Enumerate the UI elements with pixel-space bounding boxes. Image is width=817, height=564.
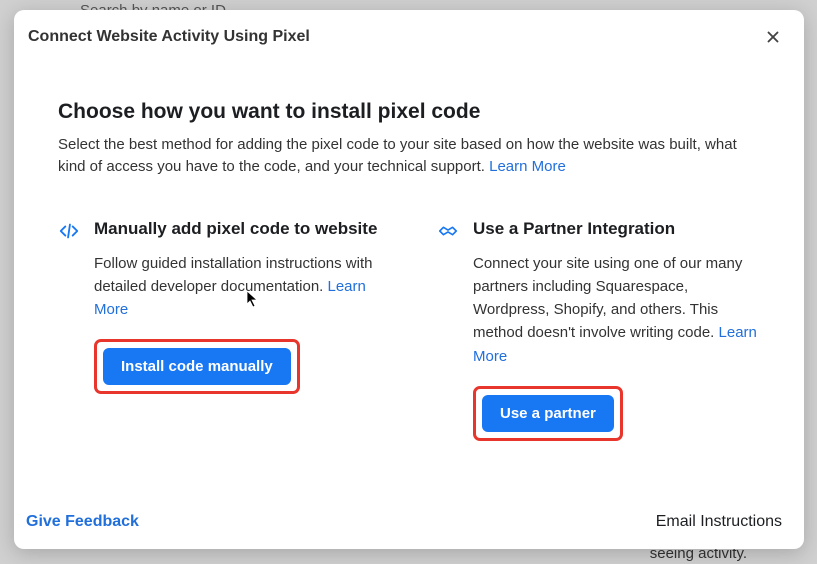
modal-body: Choose how you want to install pixel cod… xyxy=(14,56,804,501)
main-learn-more-link[interactable]: Learn More xyxy=(489,158,566,175)
give-feedback-link[interactable]: Give Feedback xyxy=(26,513,139,531)
use-a-partner-button[interactable]: Use a partner xyxy=(482,395,614,432)
option-partner-header: Use a Partner Integration xyxy=(437,218,760,242)
code-icon xyxy=(58,220,80,242)
install-code-manually-button[interactable]: Install code manually xyxy=(103,348,291,385)
main-description-text: Select the best method for adding the pi… xyxy=(58,136,737,175)
highlight-partner: Use a partner xyxy=(473,386,623,441)
modal-header: Connect Website Activity Using Pixel xyxy=(14,10,804,56)
close-button[interactable] xyxy=(760,24,786,50)
option-manual-title: Manually add pixel code to website xyxy=(94,218,377,240)
handshake-icon xyxy=(437,220,459,242)
pixel-install-modal: Connect Website Activity Using Pixel Cho… xyxy=(14,10,804,549)
option-manual-body: Follow guided installation instructions … xyxy=(58,252,381,395)
main-description: Select the best method for adding the pi… xyxy=(58,134,760,178)
main-heading: Choose how you want to install pixel cod… xyxy=(58,100,760,124)
options-row: Manually add pixel code to website Follo… xyxy=(58,218,760,441)
option-partner-description-text: Connect your site using one of our many … xyxy=(473,255,742,342)
close-icon xyxy=(764,28,782,46)
option-manual-header: Manually add pixel code to website xyxy=(58,218,381,242)
modal-footer: Give Feedback Email Instructions xyxy=(14,501,804,549)
option-manual: Manually add pixel code to website Follo… xyxy=(58,218,381,441)
option-partner-title: Use a Partner Integration xyxy=(473,218,675,240)
email-instructions-link[interactable]: Email Instructions xyxy=(656,513,782,531)
option-partner: Use a Partner Integration Connect your s… xyxy=(437,218,760,441)
modal-title: Connect Website Activity Using Pixel xyxy=(28,28,310,46)
option-partner-description: Connect your site using one of our many … xyxy=(473,252,760,368)
option-partner-body: Connect your site using one of our many … xyxy=(437,252,760,441)
highlight-manual: Install code manually xyxy=(94,339,300,394)
option-manual-description: Follow guided installation instructions … xyxy=(94,252,381,322)
